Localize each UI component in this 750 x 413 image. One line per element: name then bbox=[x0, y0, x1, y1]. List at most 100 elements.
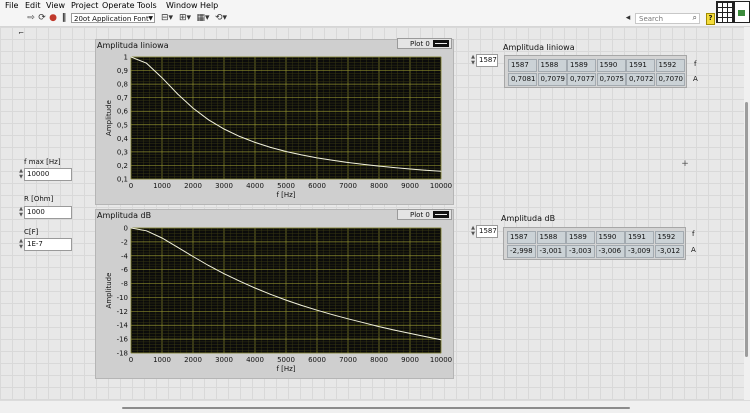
array-f-cell[interactable]: 1587 bbox=[508, 59, 537, 72]
font-select[interactable]: 20ot Application Font ▼ bbox=[71, 13, 155, 23]
array-f-cell[interactable]: 1590 bbox=[595, 231, 625, 244]
menu-edit[interactable]: Edit bbox=[25, 1, 41, 10]
vertical-scroll-thumb[interactable] bbox=[745, 102, 748, 357]
y-tick-label: -6 bbox=[121, 266, 129, 274]
x-tick-label: 4000 bbox=[246, 356, 264, 364]
array-a-cell[interactable]: -3,009 bbox=[625, 245, 654, 258]
run-continuously-icon[interactable]: ⟳ bbox=[37, 13, 47, 24]
x-tick-label: 1000 bbox=[153, 356, 171, 364]
data-point bbox=[130, 227, 132, 229]
row-f-label: f bbox=[694, 60, 697, 68]
array-f-cell[interactable]: 1589 bbox=[567, 59, 596, 72]
x-tick-label: 7000 bbox=[339, 356, 357, 364]
x-axis-label: f [Hz] bbox=[276, 365, 295, 373]
array-a-cell[interactable]: -3,012 bbox=[654, 245, 684, 258]
data-point bbox=[301, 305, 302, 306]
array-db: 1587 1588 1589 1590 1591 1592 -2,998 -3,001 -3,0… bbox=[503, 227, 686, 260]
pause-icon[interactable]: ‖ bbox=[59, 13, 69, 24]
c-value[interactable]: 1E-7 bbox=[24, 238, 72, 251]
crosshair-cursor-icon: + bbox=[681, 159, 689, 169]
align-objects-icon[interactable]: ⊟▾ bbox=[160, 13, 174, 24]
data-point bbox=[177, 246, 178, 248]
array-f-cell[interactable]: 1591 bbox=[626, 59, 655, 72]
x-tick-label: 2000 bbox=[184, 356, 202, 364]
menu-view[interactable]: View bbox=[46, 1, 65, 10]
array-f-cell[interactable]: 1588 bbox=[536, 231, 566, 244]
array-a-cell[interactable]: 0,7070 bbox=[655, 73, 685, 86]
array-a-cell[interactable]: -2,998 bbox=[507, 245, 536, 258]
menu-project[interactable]: Project bbox=[71, 1, 98, 10]
array-a-cell[interactable]: 0,7075 bbox=[596, 73, 626, 86]
array-a-cell[interactable]: 0,7081 bbox=[508, 73, 537, 86]
x-tick-label: 0 bbox=[129, 356, 133, 364]
search-placeholder: Search bbox=[639, 15, 664, 23]
toolbar: ⇨ ⟳ ● ‖ 20ot Application Font ▼ ⊟▾ ⊞▾ ▦▾… bbox=[0, 12, 750, 27]
data-point bbox=[223, 273, 225, 275]
array-f-cell[interactable]: 1592 bbox=[654, 231, 684, 244]
menu-help[interactable]: Help bbox=[200, 1, 218, 10]
x-tick-label: 3000 bbox=[215, 356, 233, 364]
y-tick-label: -16 bbox=[117, 336, 129, 344]
reorder-icon[interactable]: ⟲▾ bbox=[214, 13, 228, 24]
data-point bbox=[316, 309, 318, 311]
chevron-down-icon: ▼ bbox=[148, 15, 153, 22]
array-f-cell[interactable]: 1591 bbox=[625, 231, 654, 244]
distribute-objects-icon[interactable]: ⊞▾ bbox=[178, 13, 192, 24]
array-a-cell[interactable]: -3,003 bbox=[566, 245, 595, 258]
menu-bar: File Edit View Project Operate Tools Win… bbox=[0, 0, 750, 12]
array-a-cell[interactable]: -3,001 bbox=[536, 245, 566, 258]
array-db-label: Amplituda dB bbox=[501, 214, 556, 223]
data-point bbox=[146, 230, 147, 232]
vi-icon[interactable] bbox=[716, 1, 750, 23]
data-point bbox=[332, 314, 333, 316]
array-f-cell[interactable]: 1587 bbox=[507, 231, 536, 244]
x-tick-label: 5000 bbox=[277, 356, 295, 364]
array-db-index-value[interactable]: 1587 bbox=[476, 225, 498, 238]
fmax-value[interactable]: 10000 bbox=[24, 168, 72, 181]
context-help-button[interactable]: ? bbox=[706, 13, 715, 25]
vi-picture-icon bbox=[734, 1, 750, 23]
data-point bbox=[285, 299, 287, 301]
array-a-cell[interactable]: 0,7077 bbox=[567, 73, 596, 86]
y-tick-label: -10 bbox=[117, 294, 128, 302]
y-tick-label: -14 bbox=[117, 322, 129, 330]
array-f-cell[interactable]: 1592 bbox=[655, 59, 685, 72]
x-tick-label: 10000 bbox=[430, 356, 452, 364]
y-tick-label: -4 bbox=[121, 252, 129, 260]
array-f-cell[interactable]: 1590 bbox=[596, 59, 626, 72]
vertical-scrollbar[interactable] bbox=[744, 27, 750, 400]
r-value[interactable]: 1000 bbox=[24, 206, 72, 219]
array-a-cell[interactable]: 0,7079 bbox=[537, 73, 567, 86]
array-linear-index-value[interactable]: 1587 bbox=[476, 54, 498, 67]
search-icon: ⌕ bbox=[692, 13, 697, 22]
array-f-cell[interactable]: 1589 bbox=[566, 231, 595, 244]
fmax-label: f max [Hz] bbox=[24, 158, 61, 166]
array-a-cell[interactable]: -3,006 bbox=[595, 245, 625, 258]
search-input[interactable]: Search ⌕ bbox=[635, 13, 700, 24]
data-point bbox=[394, 329, 395, 331]
menu-file[interactable]: File bbox=[5, 1, 18, 10]
x-tick-label: 8000 bbox=[370, 356, 388, 364]
data-point bbox=[270, 293, 271, 295]
font-select-value: 20ot Application Font bbox=[74, 15, 149, 23]
array-f-cell[interactable]: 1588 bbox=[537, 59, 567, 72]
data-point bbox=[378, 326, 380, 328]
y-tick-label: 0 bbox=[124, 225, 128, 233]
row-f-label: f bbox=[692, 230, 695, 238]
x-tick-label: 6000 bbox=[308, 356, 326, 364]
data-point bbox=[347, 318, 349, 320]
palette-icon[interactable]: ◂ bbox=[624, 13, 632, 24]
abort-icon[interactable]: ● bbox=[48, 13, 58, 24]
y-tick-label: -8 bbox=[121, 280, 128, 288]
array-a-cell[interactable]: 0,7072 bbox=[626, 73, 655, 86]
data-point bbox=[208, 265, 209, 266]
row-a-label: A bbox=[693, 75, 698, 83]
menu-tools[interactable]: Tools bbox=[137, 1, 157, 10]
resize-objects-icon[interactable]: ▦▾ bbox=[196, 13, 210, 24]
data-point bbox=[239, 280, 240, 282]
run-arrow-icon[interactable]: ⇨ bbox=[26, 13, 36, 24]
menu-operate[interactable]: Operate bbox=[102, 1, 135, 10]
horizontal-scroll-thumb[interactable] bbox=[122, 407, 630, 409]
horizontal-scrollbar[interactable] bbox=[0, 400, 750, 413]
menu-window[interactable]: Window bbox=[166, 1, 198, 10]
